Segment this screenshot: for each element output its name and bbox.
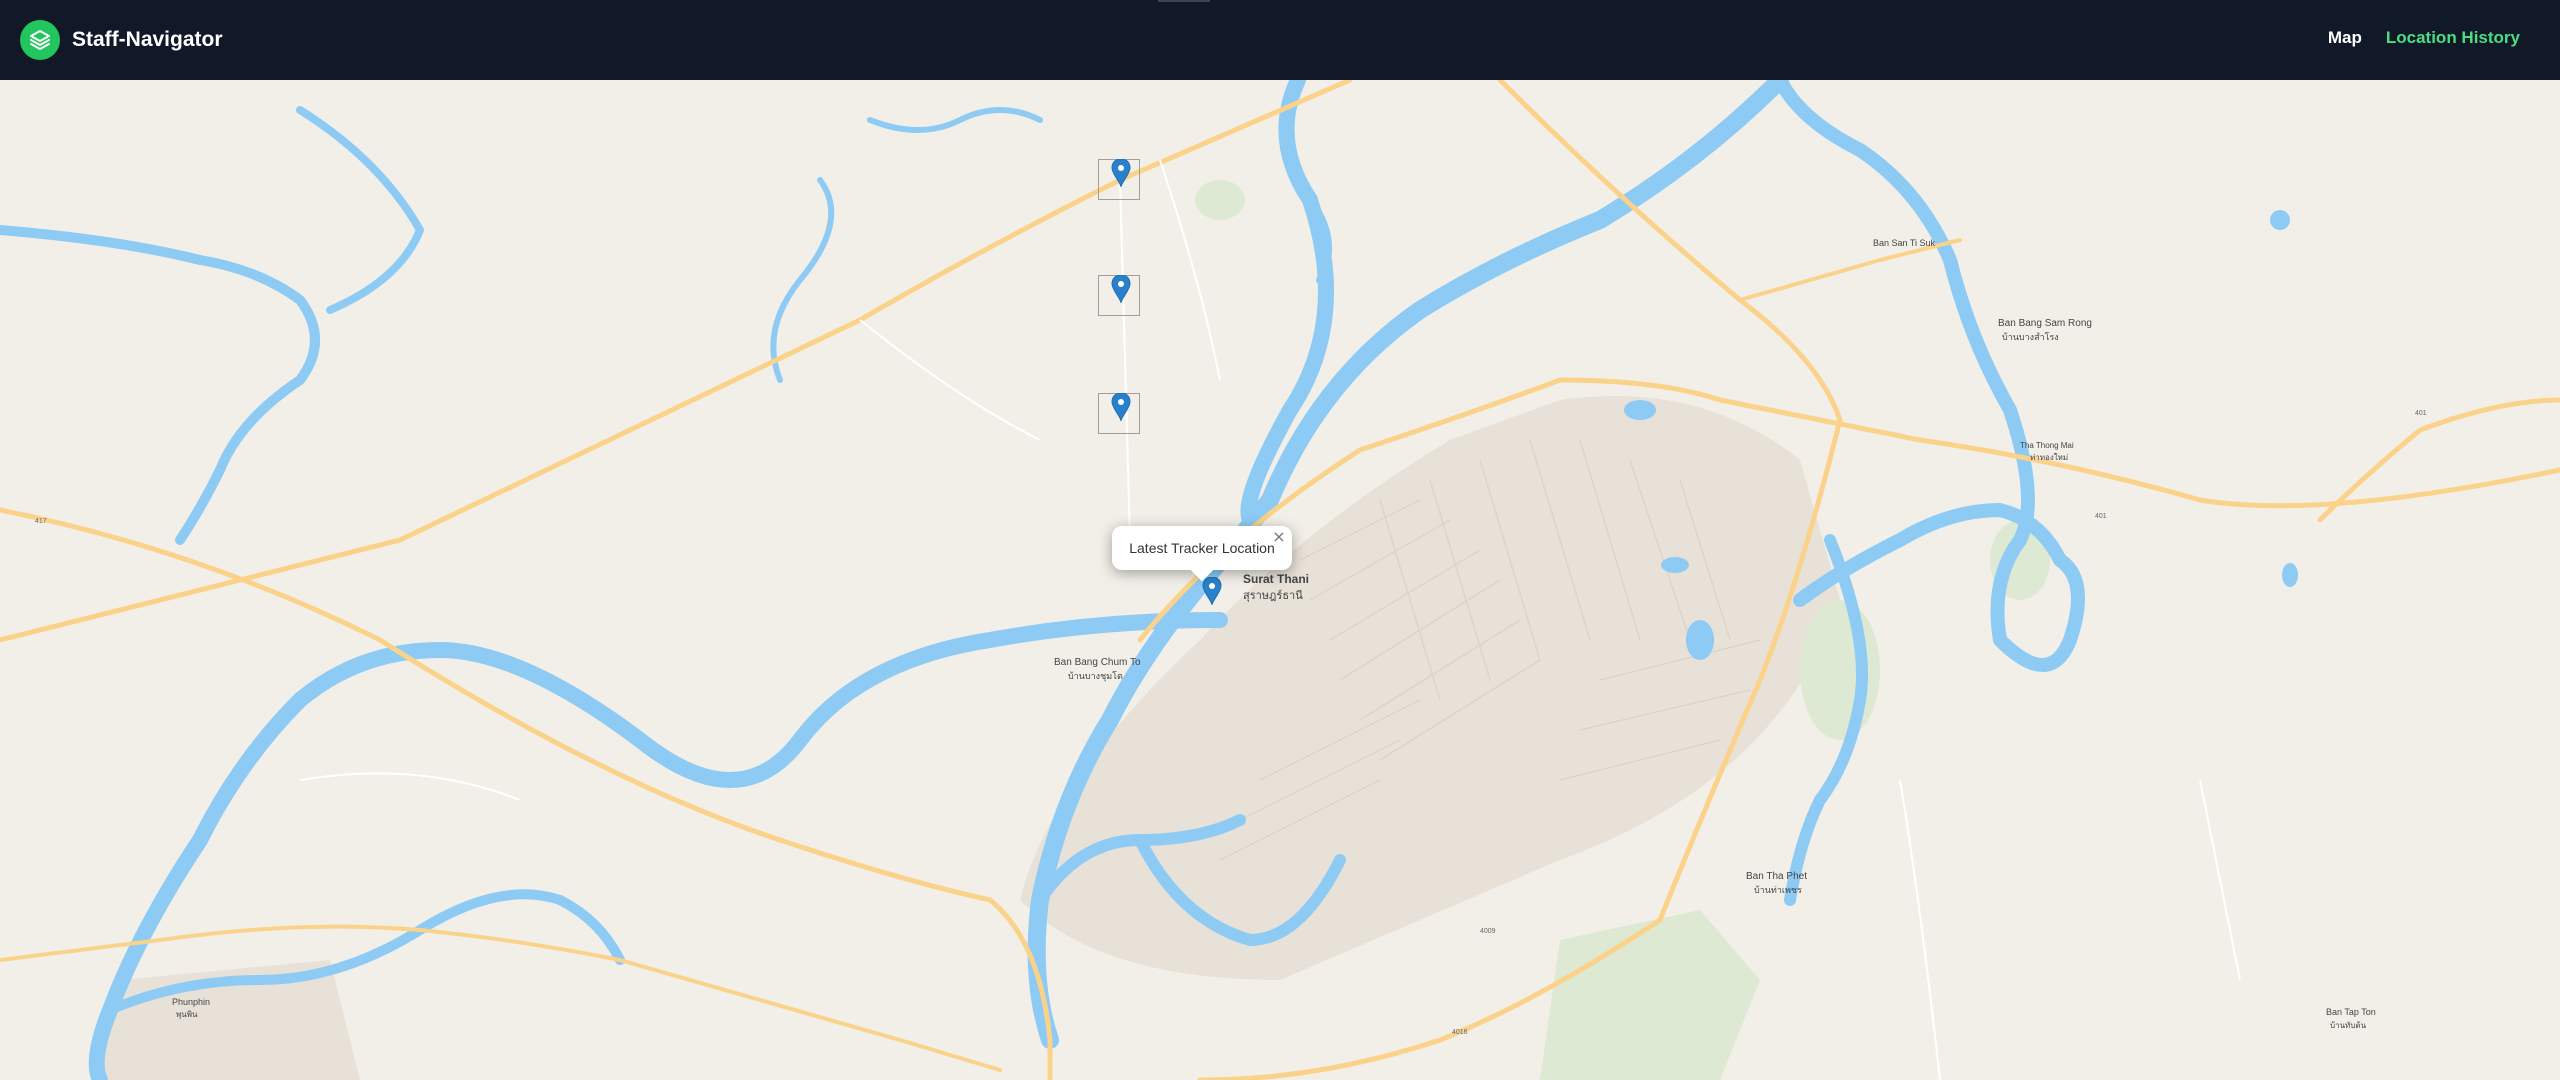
label-ban-tap-ton: Ban Tap Ton: [2326, 1007, 2376, 1017]
road-label-4009: 4009: [1480, 928, 1496, 935]
label-tha-thong-mai-th: ท่าทองใหม่: [2030, 453, 2068, 462]
label-ban-bang-chum-to-th: บ้านบางชุมโต: [1068, 671, 1123, 682]
close-icon[interactable]: ×: [1270, 528, 1288, 546]
history-marker-3[interactable]: [1098, 393, 1148, 434]
label-ban-bang-chum-to: Ban Bang Chum To: [1054, 657, 1141, 668]
latest-tracker-marker[interactable]: [1189, 577, 1239, 618]
label-phunphin: Phunphin: [172, 997, 210, 1007]
top-tab-indicator: [1158, 0, 1210, 2]
label-surat-thani-th: สุราษฎร์ธานี: [1243, 589, 1303, 602]
history-marker-1[interactable]: [1098, 159, 1148, 200]
tracker-popup: Latest Tracker Location ×: [1112, 526, 1292, 582]
label-ban-tha-phet-th: บ้านท่าเพชร: [1754, 885, 1802, 895]
label-ban-san-ti-suk: Ban San Ti Suk: [1873, 238, 1936, 248]
label-ban-tap-ton-th: บ้านทับต้น: [2330, 1021, 2367, 1030]
label-tha-thong-mai: Tha Thong Mai: [2020, 441, 2074, 450]
nav-link-map[interactable]: Map: [2328, 28, 2362, 48]
road-label-401-b: 401: [2415, 410, 2427, 417]
road-label-401-a: 401: [2095, 513, 2107, 520]
layers-icon: [20, 20, 60, 60]
brand-name: Staff-Navigator: [72, 28, 223, 51]
label-ban-bang-sam-rong-th: บ้านบางสำโรง: [2002, 332, 2059, 342]
top-navbar: Staff-Navigator Map Location History: [0, 0, 2560, 80]
popup-text: Latest Tracker Location: [1129, 540, 1275, 556]
label-phunphin-th: พุนพิน: [176, 1010, 198, 1019]
nav-links: Map Location History: [2328, 28, 2520, 48]
nav-link-location-history[interactable]: Location History: [2386, 28, 2520, 48]
map-view[interactable]: Surat Thani สุราษฎร์ธานี Ban Bang Chum T…: [0, 80, 2560, 1080]
label-ban-bang-sam-rong: Ban Bang Sam Rong: [1998, 318, 2092, 329]
history-marker-2[interactable]: [1098, 275, 1148, 316]
map-tiles: Surat Thani สุราษฎร์ธานี Ban Bang Chum T…: [0, 80, 2560, 1080]
road-label-417: 417: [35, 518, 47, 525]
label-surat-thani: Surat Thani: [1243, 572, 1309, 586]
brand-home-link[interactable]: Staff-Navigator: [20, 20, 223, 60]
road-label-4016: 4016: [1452, 1029, 1468, 1036]
label-ban-tha-phet: Ban Tha Phet: [1746, 871, 1807, 882]
